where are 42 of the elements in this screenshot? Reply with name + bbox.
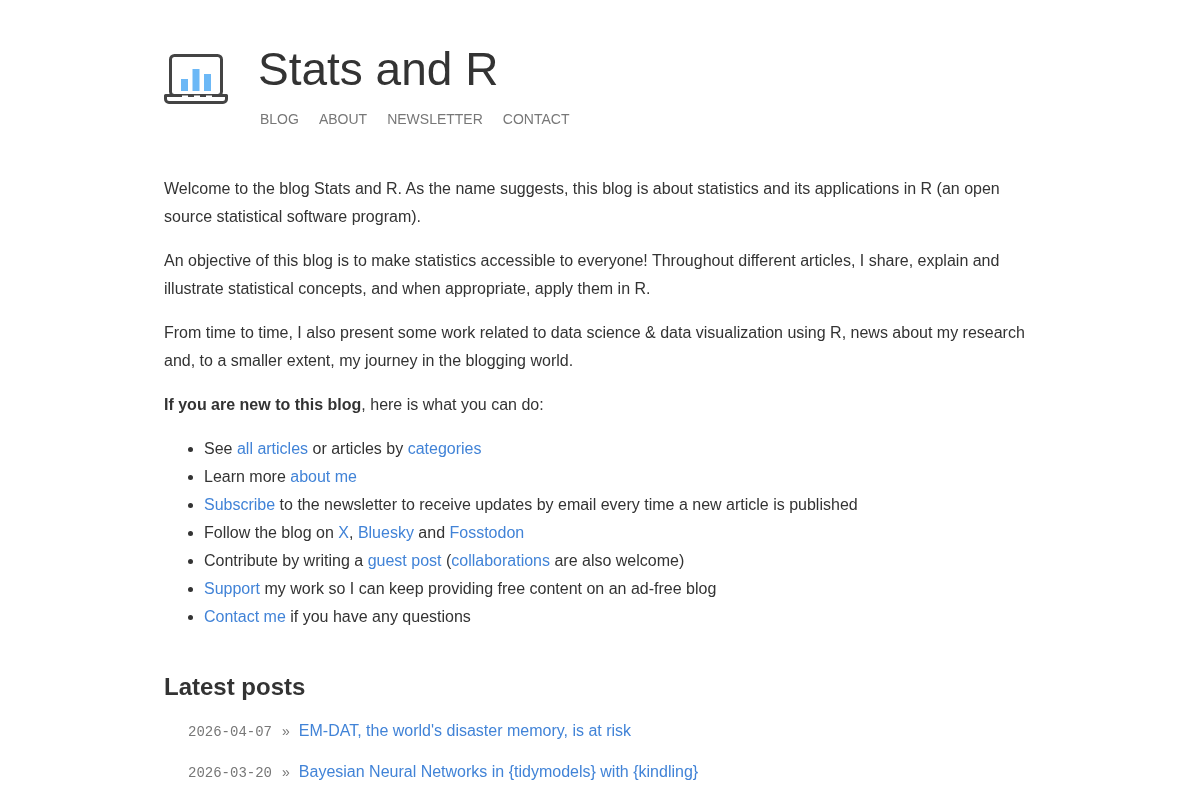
text-link[interactable]: Support: [204, 580, 261, 597]
text-link[interactable]: X: [338, 524, 349, 541]
text-link[interactable]: Contact me: [204, 608, 286, 625]
bullet-icon: [188, 614, 193, 620]
site-title[interactable]: Stats and R: [258, 44, 499, 95]
text-link[interactable]: about me: [290, 468, 357, 485]
text-link[interactable]: categories: [407, 440, 482, 457]
section-heading: Latest posts: [164, 672, 307, 702]
laptop-bar-chart-icon[interactable]: [164, 54, 228, 104]
date-separator: »: [282, 722, 290, 741]
list-item-text: Learn more about me: [204, 467, 357, 487]
list-item-text: Subscribe to the newsletter to receive updates by email every time a new article is published: [204, 495, 858, 515]
date-separator: »: [282, 763, 290, 782]
bullet-icon: [188, 558, 193, 564]
text-link[interactable]: Subscribe: [204, 496, 276, 513]
bullet-icon: [188, 502, 193, 508]
list-item-text: Contact me if you have any questions: [204, 607, 471, 627]
bullet-icon: [188, 446, 193, 452]
post-title-link[interactable]: Bayesian Neural Networks in {tidymodels} with {kindling}: [298, 758, 699, 786]
bullet-icon: [188, 530, 193, 536]
nav-link[interactable]: BLOG: [260, 109, 299, 129]
text-link[interactable]: guest post: [367, 552, 442, 569]
post-date: 2026-04-07: [188, 723, 272, 742]
bullet-icon: [188, 474, 193, 480]
post-date: 2026-03-20: [188, 764, 272, 783]
nav-link[interactable]: ABOUT: [318, 109, 368, 129]
nav-link[interactable]: NEWSLETTER: [387, 109, 483, 129]
list-item-text: See all articles or articles by categories: [204, 439, 482, 459]
list-item-text: Follow the blog on X, Bluesky and Fosstodon: [204, 523, 525, 543]
intro-paragraph: If you are new to this blog, here is what you can do:: [164, 395, 545, 415]
text-link[interactable]: Fosstodon: [449, 524, 525, 541]
intro-paragraph: Welcome to the blog Stats and R. As the name suggests, this blog is about statistics and its applications in R (an open source statistical software program).: [164, 179, 1001, 227]
nav-link[interactable]: CONTACT: [502, 109, 570, 129]
text-link[interactable]: Bluesky: [357, 524, 414, 541]
intro-paragraph: From time to time, I also present some work related to data science & data visualization using R, news about my research and, to a smaller extent, my journey in the blogging world.: [164, 323, 1026, 371]
bullet-icon: [188, 586, 193, 592]
list-item-text: Support my work so I can keep providing free content on an ad-free blog: [204, 579, 717, 599]
text-link[interactable]: all articles: [236, 440, 309, 457]
post-title-link[interactable]: EM-DAT, the world's disaster memory, is at risk: [298, 717, 632, 745]
text-link[interactable]: collaborations: [451, 552, 550, 569]
list-item-text: Contribute by writing a guest post (collaborations are also welcome): [204, 551, 685, 571]
intro-paragraph: An objective of this blog is to make statistics accessible to everyone! Throughout different articles, I share, explain and illustrate statistical concepts, and when appropriate, apply them in R.: [164, 251, 1001, 299]
